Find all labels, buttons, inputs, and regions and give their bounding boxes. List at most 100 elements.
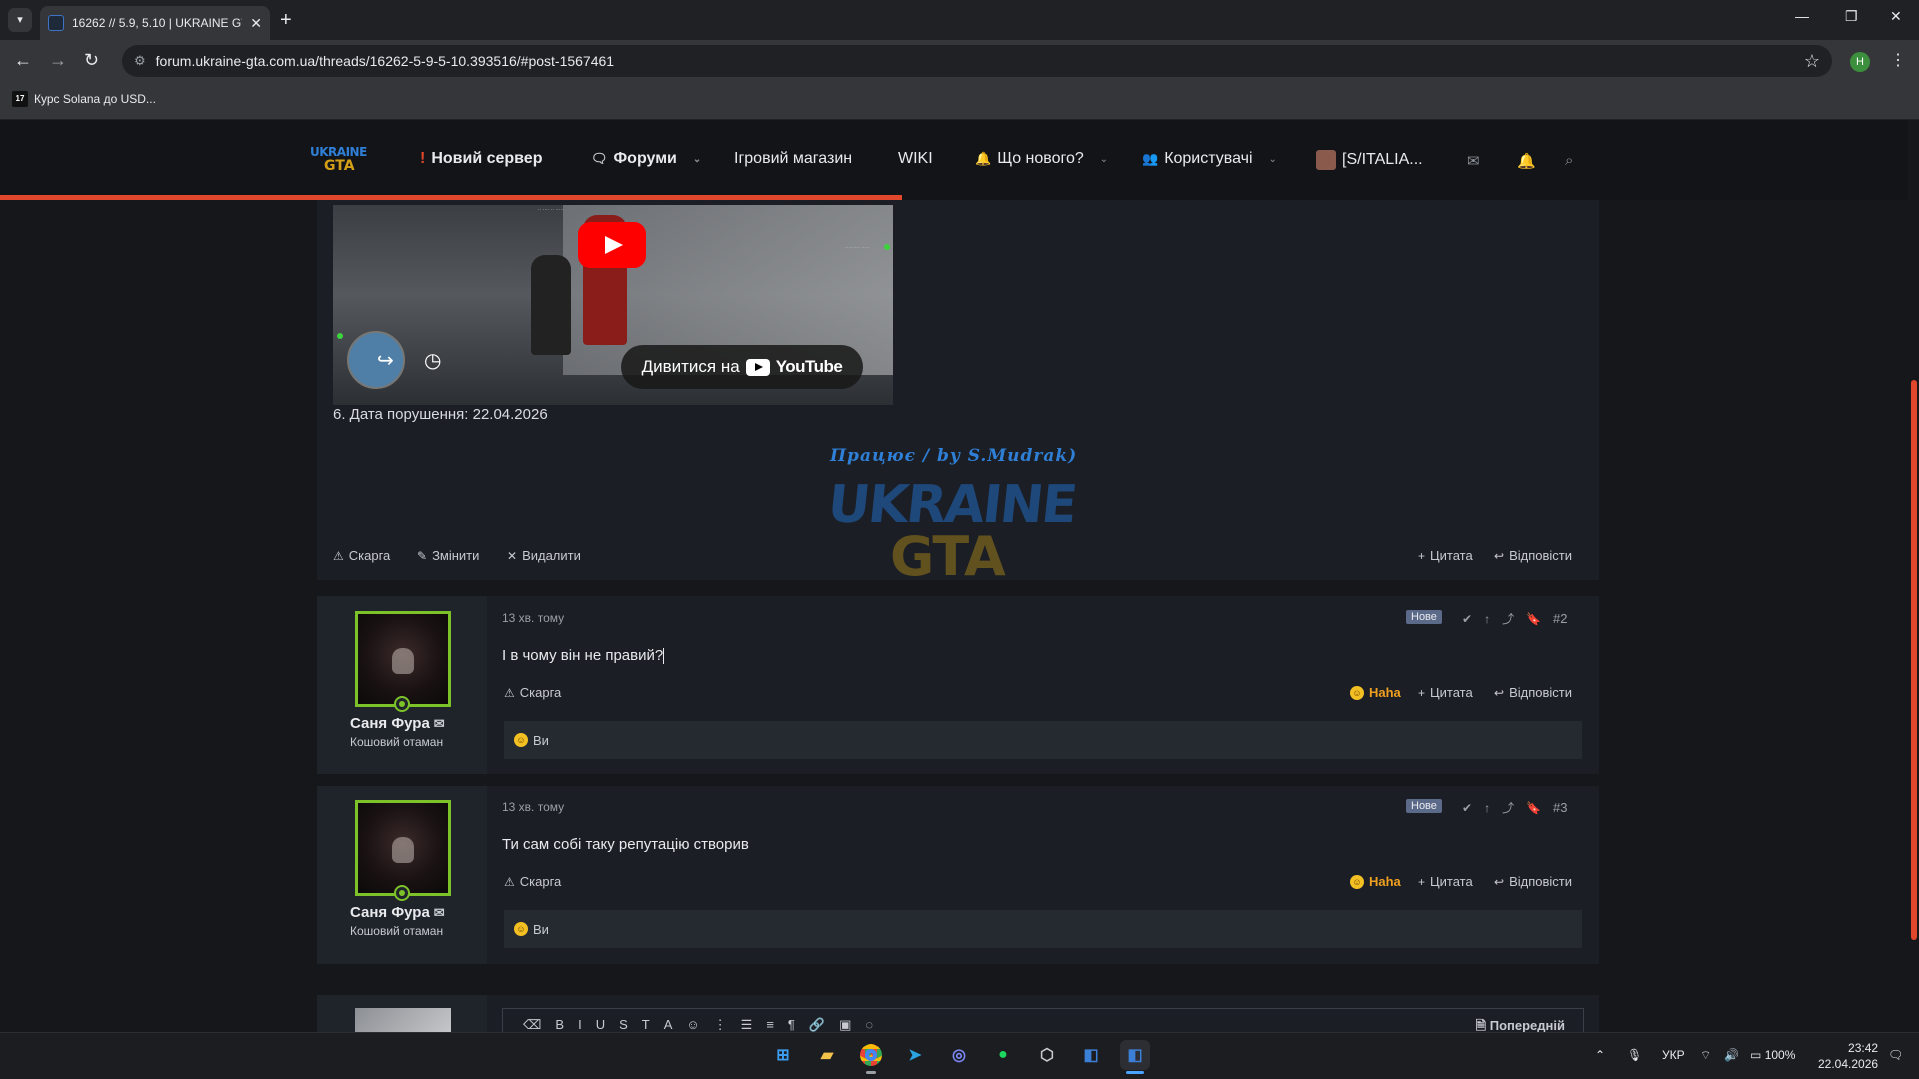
- game-launcher-icon[interactable]: ◧: [1076, 1040, 1106, 1070]
- bold-icon[interactable]: B: [555, 1017, 564, 1033]
- nav-new-server[interactable]: ! Новий сервер: [420, 150, 542, 168]
- windows-start-icon[interactable]: ⊞: [768, 1040, 798, 1070]
- tab-search-button[interactable]: ▾: [8, 8, 32, 32]
- back-icon[interactable]: ←: [14, 50, 32, 70]
- app-cube-icon[interactable]: ⬡: [1032, 1040, 1062, 1070]
- nav-whats-new[interactable]: 🔔 Що нового? ⌄: [975, 150, 1108, 168]
- post-number[interactable]: #3: [1553, 800, 1567, 815]
- chevron-down-icon[interactable]: ⌄: [1100, 154, 1108, 165]
- check-icon[interactable]: ✔: [1462, 612, 1472, 626]
- nav-shop[interactable]: Ігровий магазин: [734, 150, 852, 168]
- author-name[interactable]: Саня Фура ✉: [350, 715, 445, 732]
- telegram-icon[interactable]: ➤: [900, 1040, 930, 1070]
- site-info-icon[interactable]: ⚙: [134, 53, 146, 69]
- forward-icon[interactable]: →: [49, 50, 67, 70]
- game-client-icon[interactable]: ◧: [1120, 1040, 1150, 1070]
- reply-button[interactable]: ↩ Відповісти: [1494, 874, 1572, 889]
- scrollbar-thumb[interactable]: [1911, 380, 1917, 940]
- reaction-button[interactable]: ☺ Haha: [1350, 874, 1401, 889]
- reply-button[interactable]: ↩ Відповісти: [1494, 548, 1572, 563]
- quote-button[interactable]: + Цитата: [1418, 548, 1473, 563]
- underline-icon[interactable]: U: [596, 1017, 605, 1033]
- notifications-icon[interactable]: 🗨: [1888, 1048, 1903, 1062]
- microphone-icon[interactable]: 🎙: [1627, 1048, 1642, 1062]
- nav-forums[interactable]: 🗨 Форуми ⌄: [591, 150, 701, 168]
- italic-icon[interactable]: I: [578, 1017, 582, 1033]
- mail-icon[interactable]: ✉: [434, 905, 445, 921]
- bookmark-icon[interactable]: 🔖: [1526, 612, 1541, 626]
- avatar[interactable]: [355, 611, 451, 707]
- more-icon[interactable]: ⋮: [714, 1017, 727, 1033]
- discord-icon[interactable]: ◎: [944, 1040, 974, 1070]
- text-size-icon[interactable]: T: [642, 1017, 650, 1033]
- post-time[interactable]: 13 хв. тому: [502, 611, 564, 625]
- author-name[interactable]: Саня Фура ✉: [350, 904, 445, 921]
- share-icon[interactable]: ⤴: [1502, 610, 1514, 627]
- bookmark-solana[interactable]: 17 Курс Solana до USD...: [12, 91, 156, 107]
- youtube-embed[interactable]: ·· ···· ·· ····· ········· ····· ↪ ◷ Див…: [333, 205, 893, 405]
- search-icon[interactable]: ⌕: [1565, 152, 1573, 169]
- mail-icon[interactable]: ✉: [434, 716, 445, 732]
- quote-button[interactable]: + Цитата: [1418, 874, 1473, 889]
- browser-tab-active[interactable]: 16262 // 5.9, 5.10 | UKRAINE GTA ✕: [40, 6, 270, 40]
- list-icon[interactable]: ☰: [741, 1017, 753, 1033]
- spotify-icon[interactable]: ●: [988, 1040, 1018, 1070]
- language-indicator[interactable]: УКР: [1662, 1048, 1685, 1062]
- alerts-bell-icon[interactable]: 🔔: [1517, 152, 1536, 170]
- nav-wiki[interactable]: WIKI: [898, 150, 933, 168]
- nav-users[interactable]: 👥 Користувачі ⌄: [1142, 150, 1277, 168]
- chevron-down-icon[interactable]: ⌄: [693, 154, 701, 165]
- paragraph-icon[interactable]: ¶: [788, 1017, 795, 1033]
- image-icon[interactable]: ▣: [839, 1017, 851, 1033]
- font-color-icon[interactable]: A: [664, 1017, 673, 1033]
- bookmark-icon[interactable]: 🔖: [1526, 801, 1541, 815]
- quote-button[interactable]: + Цитата: [1418, 685, 1473, 700]
- link-icon[interactable]: 🔗: [809, 1017, 825, 1033]
- site-logo[interactable]: UKRAINE GTA: [310, 145, 368, 179]
- wifi-icon[interactable]: ⌔: [1700, 1048, 1711, 1063]
- report-button[interactable]: ⚠ Скарга: [504, 685, 561, 700]
- report-button[interactable]: ⚠ Скарга: [333, 548, 390, 563]
- reaction-button[interactable]: ☺ Haha: [1350, 685, 1401, 700]
- watch-later-icon[interactable]: ◷: [424, 348, 441, 373]
- bookmark-star-icon[interactable]: ☆: [1804, 51, 1820, 72]
- arrow-up-icon[interactable]: ↑: [1484, 801, 1490, 815]
- inbox-icon[interactable]: ✉: [1467, 152, 1480, 170]
- chrome-icon[interactable]: [856, 1040, 886, 1070]
- share-icon[interactable]: ↪: [377, 348, 394, 373]
- reactions-summary[interactable]: ☺ Ви: [504, 910, 1582, 948]
- eraser-icon[interactable]: ⌫: [523, 1017, 541, 1033]
- profile-avatar[interactable]: H: [1850, 52, 1870, 72]
- volume-icon[interactable]: 🔊: [1724, 1048, 1739, 1062]
- file-explorer-icon[interactable]: ▰: [812, 1040, 842, 1070]
- new-tab-button[interactable]: +: [280, 8, 292, 32]
- close-tab-icon[interactable]: ✕: [250, 15, 262, 32]
- arrow-up-icon[interactable]: ↑: [1484, 612, 1490, 626]
- url-text[interactable]: forum.ukraine-gta.com.ua/threads/16262-5…: [156, 53, 1794, 69]
- system-clock[interactable]: 23:42 22.04.2026: [1818, 1040, 1878, 1072]
- reply-button[interactable]: ↩ Відповісти: [1494, 685, 1572, 700]
- restore-icon[interactable]: ❐: [1845, 8, 1858, 25]
- close-window-icon[interactable]: ✕: [1890, 8, 1902, 25]
- check-icon[interactable]: ✔: [1462, 801, 1472, 815]
- watch-on-youtube-button[interactable]: Дивитися на YouTube: [621, 345, 863, 389]
- address-bar[interactable]: ⚙ forum.ukraine-gta.com.ua/threads/16262…: [122, 45, 1832, 77]
- youtube-play-button[interactable]: [578, 222, 646, 268]
- reload-icon[interactable]: ↻: [84, 50, 99, 70]
- hide-icon[interactable]: ◌: [865, 1017, 873, 1033]
- chevron-down-icon[interactable]: ⌄: [1269, 154, 1277, 165]
- edit-button[interactable]: ✎ Змінити: [417, 548, 479, 563]
- align-icon[interactable]: ≡: [766, 1017, 774, 1033]
- strikethrough-icon[interactable]: S: [619, 1017, 628, 1033]
- emoji-icon[interactable]: ☺: [686, 1017, 699, 1033]
- post-time[interactable]: 13 хв. тому: [502, 800, 564, 814]
- browser-menu-icon[interactable]: ⋮: [1890, 50, 1906, 70]
- share-icon[interactable]: ⤴: [1502, 799, 1514, 816]
- minimize-icon[interactable]: —: [1795, 8, 1809, 24]
- delete-button[interactable]: ✕ Видалити: [507, 548, 581, 563]
- avatar[interactable]: [355, 800, 451, 896]
- tray-overflow-icon[interactable]: ⌃: [1595, 1048, 1605, 1062]
- nav-account[interactable]: [S/ITALIA...: [1316, 150, 1423, 170]
- reactions-summary[interactable]: ☺ Ви: [504, 721, 1582, 759]
- post-number[interactable]: #2: [1553, 611, 1567, 626]
